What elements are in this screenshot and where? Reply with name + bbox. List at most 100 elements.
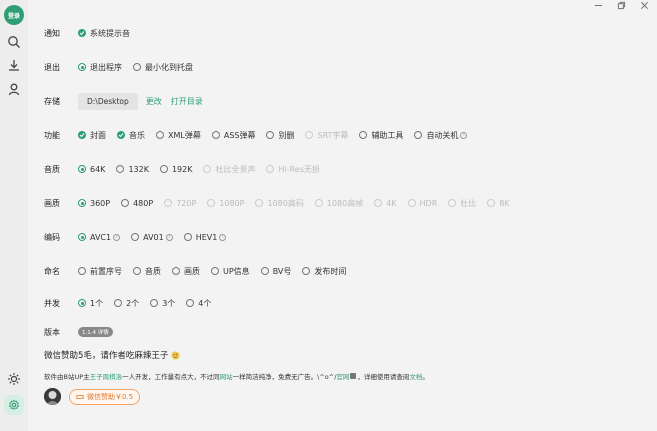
version-badge[interactable]: 1.1.4 详情 bbox=[78, 327, 113, 337]
setting-label: 退出 bbox=[44, 62, 60, 72]
note-text: 一样简洁纯净，免费无广告。\^o^/ bbox=[232, 373, 337, 381]
option-music[interactable]: 音乐 bbox=[117, 130, 145, 141]
setting-label: 画质 bbox=[44, 198, 60, 208]
change-path-link[interactable]: 更改 bbox=[146, 96, 162, 107]
info-icon[interactable]: i bbox=[460, 131, 468, 139]
option-helper-tools[interactable]: 辅助工具 bbox=[359, 130, 403, 141]
checkbox-icon bbox=[302, 267, 311, 275]
option-label: 退出程序 bbox=[90, 62, 122, 72]
option-name-bv[interactable]: BV号 bbox=[260, 266, 292, 277]
radio-icon bbox=[116, 165, 125, 173]
option-video-720p: 720P bbox=[164, 199, 196, 208]
radio-selected-icon bbox=[78, 233, 86, 241]
docs-link[interactable]: 文档 bbox=[409, 371, 422, 381]
option-cover[interactable]: 封面 bbox=[78, 130, 106, 141]
setting-label: 命名 bbox=[44, 266, 60, 276]
option-codec-avc1[interactable]: AVC1 i bbox=[78, 232, 121, 242]
option-xml-danmaku[interactable]: XML弹幕 bbox=[156, 130, 201, 141]
info-icon[interactable]: i bbox=[165, 233, 173, 241]
setting-label: 并发 bbox=[44, 298, 60, 308]
user-icon[interactable] bbox=[7, 82, 21, 96]
option-name-video[interactable]: 画质 bbox=[172, 266, 200, 277]
emoji-icon bbox=[171, 350, 180, 360]
checkbox-icon bbox=[156, 131, 164, 139]
option-label: 最小化到托盘 bbox=[145, 62, 193, 72]
option-label: 1080高帧 bbox=[326, 198, 364, 208]
option-label: AVC1 bbox=[90, 232, 112, 242]
download-icon[interactable] bbox=[7, 58, 21, 72]
login-button[interactable]: 登录 bbox=[4, 5, 24, 25]
setting-label: 存储 bbox=[44, 96, 60, 106]
option-label: 辅助工具 bbox=[371, 130, 404, 140]
option-video-hdr: HDR bbox=[407, 199, 437, 208]
radio-icon bbox=[207, 199, 216, 207]
external-link-icon bbox=[350, 373, 357, 379]
option-label: BV号 bbox=[272, 266, 292, 276]
option-label: ASS弹幕 bbox=[223, 130, 256, 140]
search-icon[interactable] bbox=[7, 35, 21, 49]
option-label: 480P bbox=[133, 198, 154, 208]
minimize-icon[interactable] bbox=[593, 0, 603, 10]
option-minimize-tray[interactable]: 最小化到托盘 bbox=[133, 62, 193, 73]
checkbox-icon bbox=[211, 131, 220, 139]
official-site-link[interactable]: 官网 bbox=[336, 371, 349, 381]
radio-icon bbox=[114, 299, 123, 307]
option-name-publish-time[interactable]: 发布时间 bbox=[302, 266, 346, 277]
option-codec-av01[interactable]: AV01 i bbox=[131, 233, 173, 242]
option-audio-dolby: 杜比全景声 bbox=[203, 164, 255, 175]
option-label: 8K bbox=[499, 198, 510, 208]
settings-nav-button[interactable] bbox=[4, 395, 24, 415]
option-concurrency-4[interactable]: 4个 bbox=[186, 298, 211, 309]
radio-icon bbox=[374, 199, 383, 207]
option-ass-danmaku[interactable]: ASS弹幕 bbox=[211, 130, 256, 141]
radio-icon bbox=[487, 199, 496, 207]
option-concurrency-3[interactable]: 3个 bbox=[150, 298, 175, 309]
checkbox-icon bbox=[172, 267, 180, 275]
option-video-1080-high-bitrate: 1080高码 bbox=[255, 198, 304, 209]
option-exit-program[interactable]: 退出程序 bbox=[78, 62, 122, 73]
checkbox-icon bbox=[359, 131, 368, 139]
option-label: SRT字幕 bbox=[317, 130, 349, 140]
option-concurrency-2[interactable]: 2个 bbox=[114, 298, 139, 309]
option-audio-64k[interactable]: 64K bbox=[78, 165, 105, 174]
option-system-sound[interactable]: 系统提示音 bbox=[78, 28, 130, 39]
donate-button-label: 微信赞助￥0.5 bbox=[87, 393, 134, 401]
coupon-icon bbox=[76, 395, 84, 399]
option-label: 系统提示音 bbox=[90, 28, 130, 38]
option-concurrency-1[interactable]: 1个 bbox=[78, 298, 103, 309]
wechat-donate-button[interactable]: 微信赞助￥0.5 bbox=[69, 389, 141, 405]
download-path-field[interactable]: D:\Desktop bbox=[78, 92, 138, 110]
option-label: 192K bbox=[171, 164, 193, 174]
option-label: 杜比 bbox=[460, 198, 477, 208]
option-label: 2个 bbox=[126, 298, 140, 308]
option-label: 自动关机 bbox=[426, 130, 459, 140]
option-video-480p[interactable]: 480P bbox=[121, 199, 153, 208]
info-icon[interactable]: i bbox=[113, 233, 121, 241]
sidebar: 登录 bbox=[0, 0, 28, 431]
radio-icon bbox=[159, 165, 168, 173]
author-link[interactable]: 王子周棋洛 bbox=[90, 371, 123, 381]
setting-label: 版本 bbox=[44, 327, 60, 337]
checkbox-icon bbox=[211, 267, 219, 275]
option-label: 1080高码 bbox=[267, 198, 304, 208]
option-name-audio[interactable]: 音质 bbox=[133, 266, 161, 277]
radio-selected-icon bbox=[78, 63, 86, 71]
option-auto-shutdown[interactable]: 自动关机 i bbox=[414, 130, 468, 141]
info-icon[interactable]: i bbox=[219, 233, 227, 241]
option-name-index[interactable]: 前置序号 bbox=[78, 266, 122, 277]
restore-icon[interactable] bbox=[616, 0, 626, 10]
option-keep[interactable]: 别删 bbox=[266, 130, 294, 141]
option-codec-hev1[interactable]: HEV1 i bbox=[183, 233, 227, 242]
option-label: 音质 bbox=[145, 266, 161, 276]
option-video-360p[interactable]: 360P bbox=[78, 199, 110, 208]
option-audio-192k[interactable]: 192K bbox=[159, 164, 193, 174]
close-icon[interactable] bbox=[639, 0, 649, 10]
option-name-up-info[interactable]: UP信息 bbox=[211, 266, 250, 277]
radio-icon bbox=[150, 299, 159, 307]
radio-icon bbox=[186, 299, 195, 307]
option-audio-132k[interactable]: 132K bbox=[116, 165, 149, 174]
website-link[interactable]: 网站 bbox=[220, 371, 233, 381]
radio-icon bbox=[164, 199, 173, 207]
open-folder-link[interactable]: 打开目录 bbox=[171, 96, 203, 107]
theme-sun-icon[interactable] bbox=[7, 372, 21, 386]
